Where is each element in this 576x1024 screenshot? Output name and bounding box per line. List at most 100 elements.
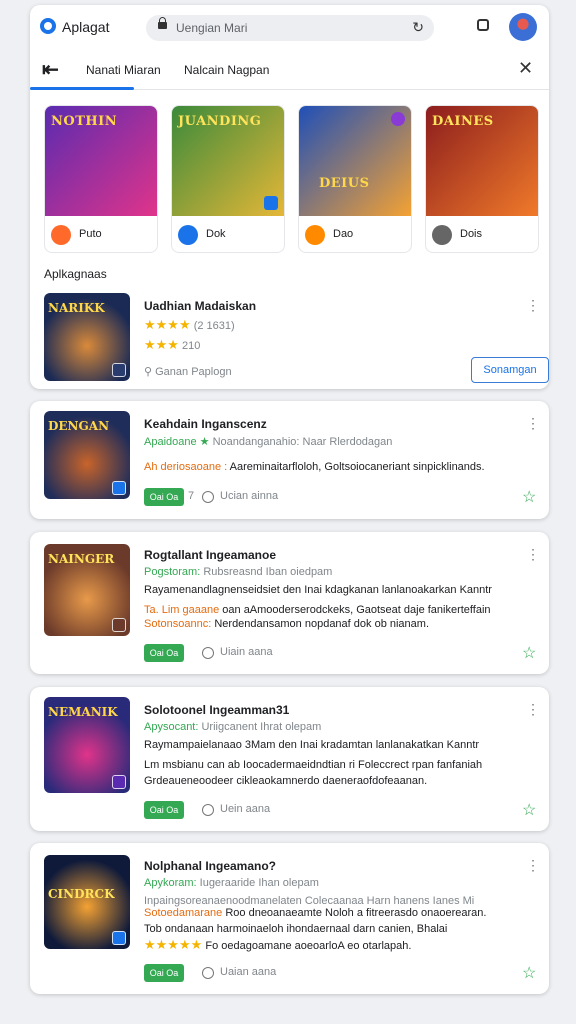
game-art-title: JUANDING	[178, 114, 262, 129]
game-tile[interactable]: NOTHIN Puto	[44, 105, 158, 253]
game-badge-icon	[264, 196, 278, 210]
app-description-3: Grdeaueneoodeer cikleaokamnerdo daenerao…	[144, 775, 428, 787]
thumb-badge-icon	[112, 481, 126, 495]
app-meta: Ucian ainna	[220, 490, 279, 502]
close-icon[interactable]: ✕	[518, 58, 533, 79]
status-badge: Oai Oa	[144, 801, 184, 819]
game-footer: Dao	[305, 224, 405, 246]
avatar[interactable]	[509, 13, 537, 41]
app-card[interactable]: NEMANIK Solotoonel Ingeamman31 ⋮ Apysoca…	[30, 687, 549, 831]
shield-icon	[202, 647, 214, 659]
description-tag: Ah deriosaoane :	[144, 461, 228, 473]
app-thumbnail: NARIKK	[44, 293, 130, 381]
more-options-icon[interactable]: ⋮	[526, 857, 540, 874]
search-input[interactable]: Uengian Mari	[176, 21, 247, 35]
game-mini-icon	[178, 225, 198, 245]
rating-stars: ★★★	[144, 337, 179, 352]
favorite-star-icon[interactable]: ☆	[522, 643, 536, 663]
more-options-icon[interactable]: ⋮	[526, 415, 540, 432]
description-tag: Ta. Lim gaaane	[144, 604, 220, 616]
app-title: Uadhian Madaiskan	[144, 299, 257, 313]
app-description-2: Sotoedamarane Roo dneoanaeamte Noloh a f…	[144, 907, 486, 919]
developer-info: Noandanganahio: Naar Rlerdodagan	[212, 436, 393, 448]
thumb-title: DENGAN	[48, 419, 110, 433]
app-thumbnail: CINDRCK	[44, 855, 130, 949]
install-button[interactable]: Sonamgan	[471, 357, 549, 383]
app-title: Keahdain Inganscenz	[144, 417, 267, 431]
app-card[interactable]: DENGAN Keahdain Inganscenz ⋮ Apaidoane ★…	[30, 401, 549, 519]
app-card[interactable]: CINDRCK Nolphanal Ingeamano? ⋮ Apykoram:…	[30, 843, 549, 994]
shield-icon	[202, 967, 214, 979]
favorite-star-icon[interactable]: ☆	[522, 800, 536, 820]
favorite-star-icon[interactable]: ☆	[522, 487, 536, 507]
thumb-badge-icon	[112, 931, 126, 945]
game-name: Puto	[79, 228, 102, 240]
game-tile[interactable]: DAINES Dois	[425, 105, 539, 253]
game-name: Dao	[333, 228, 354, 240]
featured-games: NOTHIN Puto JUANDING Dok DEIUS Dao DAINE…	[44, 105, 539, 253]
app-subtitle: Pogstoram: Rubsreasnd Iban oiedpam	[144, 566, 332, 578]
app-thumbnail: NEMANIK	[44, 697, 130, 793]
developer-label: Pogstoram:	[144, 566, 201, 578]
more-options-icon[interactable]: ⋮	[526, 546, 540, 563]
app-description-2: Ta. Lim gaaane oan aAmooderserodckeks, G…	[144, 604, 491, 616]
shield-icon	[202, 804, 214, 816]
search-icon: ⚲	[144, 366, 156, 378]
developer-info: Uriigcanent Ihrat olepam	[201, 721, 322, 733]
app-logo-icon	[40, 18, 56, 34]
more-options-icon[interactable]: ⋮	[526, 701, 540, 718]
thumb-title: NARIKK	[48, 301, 105, 315]
developer-label: Apaidoane ★	[144, 436, 210, 448]
back-arrow-icon[interactable]: ⇤	[42, 57, 59, 82]
rating-row: ★★★★★ Fo oedagoamane aoeoarloA eo otarla…	[144, 937, 411, 953]
shield-icon	[202, 491, 214, 503]
section-title: Aplkagnaas	[44, 267, 107, 281]
game-art-title: DAINES	[432, 114, 494, 129]
thumb-badge-icon	[112, 363, 126, 377]
rating-row-2: ★★★ 210	[144, 337, 200, 353]
extra-count: 7	[188, 490, 195, 502]
app-thumbnail: NAINGER	[44, 544, 130, 636]
app-title: Solotoonel Ingeamman31	[144, 703, 290, 717]
top-app-row[interactable]: NARIKK Uadhian Madaiskan ⋮ ★★★★ (2 1631)…	[44, 293, 549, 385]
description-tag: Sotoedamarane	[144, 907, 223, 919]
description-text: Aareminaitarfloloh, Goltsoiocaneriant si…	[229, 461, 485, 473]
description-text: oan aAmooderserodckeks, Gaotseat daje fa…	[222, 604, 491, 616]
developer-info: Iugeraaride Ihan olepam	[199, 877, 319, 889]
search-bar[interactable]: Uengian Mari ↻	[146, 15, 434, 41]
game-art-title: DEIUS	[319, 176, 370, 191]
app-description-3: Sotonsoannc: Nerdendansamon nopdanaf dok…	[144, 618, 429, 630]
app-meta: ⚲ Ganan Paplogn	[144, 365, 232, 378]
app-meta: Uein aana	[220, 803, 271, 815]
game-art-title: NOTHIN	[51, 114, 118, 129]
main-card: Aplagat Uengian Mari ↻ ⇤ Nanati Miaran N…	[30, 5, 549, 389]
rating-row: ★★★★ (2 1631)	[144, 317, 235, 333]
tabs-icon[interactable]	[477, 19, 489, 31]
app-description: Inpaingsoreanaenoodmanelaten Colecaanaa …	[144, 895, 475, 907]
status-badge: Oai Oa	[144, 644, 184, 662]
favorite-star-icon[interactable]: ☆	[522, 963, 536, 983]
app-card[interactable]: NAINGER Rogtallant Ingeamanoe ⋮ Pogstora…	[30, 532, 549, 674]
thumb-badge-icon	[112, 775, 126, 789]
app-title: Nolphanal Ingeamano?	[144, 859, 277, 873]
developer-info: Rubsreasnd Iban oiedpam	[203, 566, 333, 578]
game-art: NOTHIN	[45, 106, 157, 216]
reload-icon[interactable]: ↻	[412, 19, 424, 36]
game-name: Dok	[206, 228, 226, 240]
game-tile[interactable]: DEIUS Dao	[298, 105, 412, 253]
tab-secondary[interactable]: Nalcain Nagpan	[184, 63, 269, 77]
status-badge: Oai Oa	[144, 964, 184, 982]
active-tab-indicator	[30, 87, 134, 90]
game-tile[interactable]: JUANDING Dok	[171, 105, 285, 253]
more-options-icon[interactable]: ⋮	[526, 297, 540, 314]
game-mini-icon	[51, 225, 71, 245]
thumb-title: NAINGER	[48, 552, 115, 566]
app-subtitle: Apykoram: Iugeraaride Ihan olepam	[144, 877, 319, 889]
status-badge: Oai Oa	[144, 488, 184, 506]
game-name: Dois	[460, 228, 483, 240]
game-art: DAINES	[426, 106, 538, 216]
tab-primary[interactable]: Nanati Miaran	[86, 63, 161, 77]
meta-text: Ganan Paplogn	[155, 366, 232, 378]
game-art: JUANDING	[172, 106, 284, 216]
thumb-badge-icon	[112, 618, 126, 632]
